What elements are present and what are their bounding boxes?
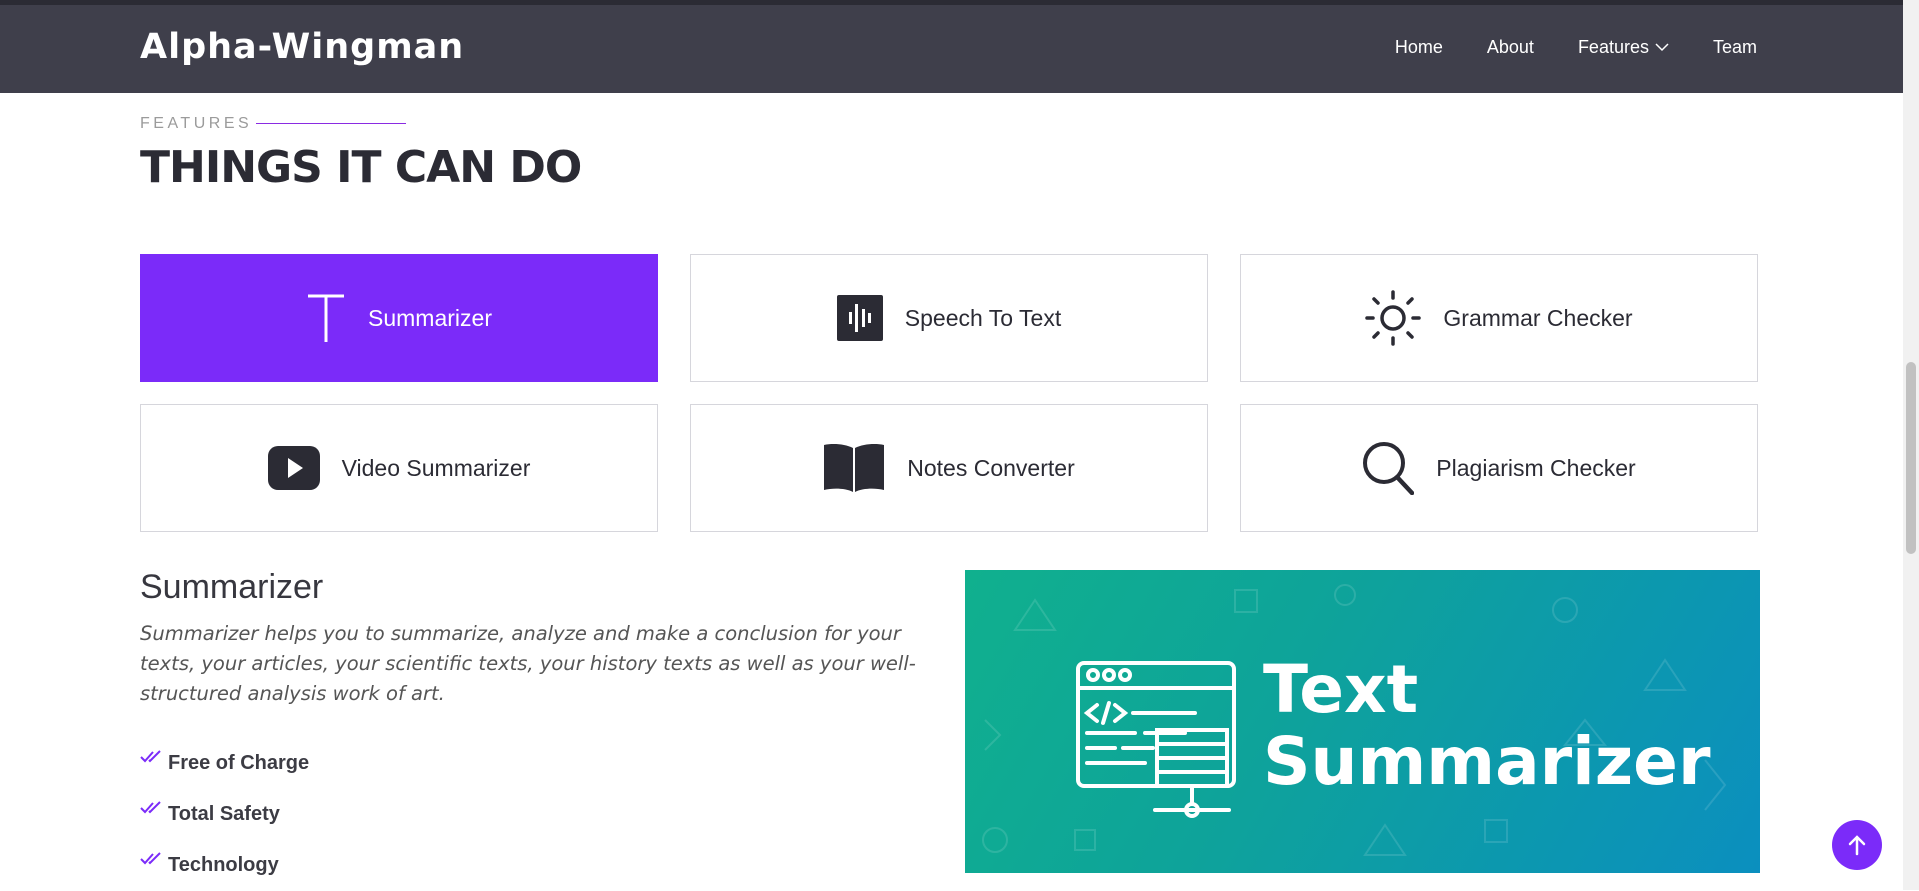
feature-label: Free of Charge xyxy=(168,752,310,774)
code-computer-icon xyxy=(1076,661,1236,818)
scrollbar-thumb[interactable] xyxy=(1906,362,1916,554)
nav-about-label: About xyxy=(1486,37,1534,57)
chevron-down-icon xyxy=(1655,43,1669,52)
content-description: Summarizer helps you to summarize, analy… xyxy=(140,622,916,705)
tab-summarizer-label: Summarizer xyxy=(368,304,492,331)
double-check-icon xyxy=(140,750,164,769)
site-logo[interactable]: Alpha-Wingman xyxy=(140,27,464,67)
search-icon xyxy=(1362,441,1415,495)
tab-summarizer[interactable]: Summarizer xyxy=(140,254,658,382)
arrow-up-icon xyxy=(1848,835,1866,856)
feature-item-technology: Technology xyxy=(140,840,309,891)
content-title: Summarizer xyxy=(140,568,324,606)
feature-label: Technology xyxy=(168,854,279,876)
nav-home[interactable]: Home xyxy=(1395,37,1443,58)
youtube-play-icon xyxy=(267,446,320,490)
double-check-icon xyxy=(140,852,164,871)
tab-speech-to-text[interactable]: Speech To Text xyxy=(690,254,1208,382)
banner-title: Text Summarizer xyxy=(1263,654,1711,798)
nav-team[interactable]: Team xyxy=(1713,37,1757,58)
tab-grammar-checker-label: Grammar Checker xyxy=(1443,304,1633,331)
site-header: Alpha-Wingman Home About Features Team xyxy=(0,5,1903,93)
tab-video-summarizer[interactable]: Video Summarizer xyxy=(140,404,658,532)
feature-item-free: Free of Charge xyxy=(140,738,309,789)
main-nav: Home About Features Team xyxy=(1351,37,1757,58)
tab-plagiarism-checker-label: Plagiarism Checker xyxy=(1436,454,1636,481)
nav-team-label: Team xyxy=(1712,37,1757,57)
sun-icon xyxy=(1365,290,1422,346)
audio-wave-icon xyxy=(836,295,883,341)
tab-notes-converter-label: Notes Converter xyxy=(907,454,1075,481)
banner-title-line1: Text xyxy=(1263,651,1419,728)
feature-label: Total Safety xyxy=(168,803,280,825)
double-check-icon xyxy=(140,801,164,820)
section-divider xyxy=(256,123,406,124)
feature-item-safety: Total Safety xyxy=(140,789,309,840)
text-icon xyxy=(306,292,346,344)
nav-features-dropdown[interactable]: Features xyxy=(1578,37,1669,58)
banner-title-line2: Summarizer xyxy=(1263,723,1711,800)
tab-notes-converter[interactable]: Notes Converter xyxy=(690,404,1208,532)
feature-list: Free of Charge Total Safety Technology xyxy=(140,738,309,891)
section-title: THINGS IT CAN DO xyxy=(140,142,582,193)
tab-plagiarism-checker[interactable]: Plagiarism Checker xyxy=(1240,404,1758,532)
scrollbar-track[interactable] xyxy=(1903,0,1919,890)
tab-video-summarizer-label: Video Summarizer xyxy=(341,454,531,481)
section-label: FEATURES xyxy=(140,115,253,132)
book-icon xyxy=(823,442,885,494)
nav-home-label: Home xyxy=(1394,37,1443,57)
tab-grammar-checker[interactable]: Grammar Checker xyxy=(1240,254,1758,382)
back-to-top-button[interactable] xyxy=(1832,820,1882,870)
nav-about[interactable]: About xyxy=(1487,37,1534,58)
tab-speech-to-text-label: Speech To Text xyxy=(904,304,1062,331)
nav-features-label: Features xyxy=(1577,37,1649,57)
feature-banner-image: Text Summarizer xyxy=(965,570,1760,873)
